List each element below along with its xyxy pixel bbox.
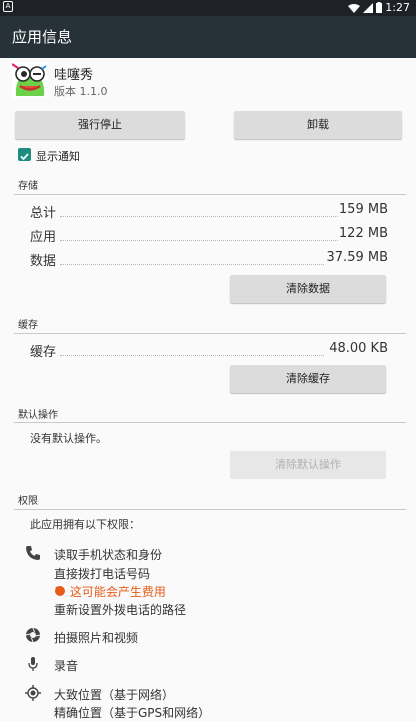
location-icon xyxy=(25,685,41,701)
permissions-divider xyxy=(14,509,406,510)
force-stop-button[interactable]: 强行停止 xyxy=(15,111,185,139)
cost-warning-text: 这可能会产生费用 xyxy=(69,585,166,599)
permission-reroute-calls: 重新设置外拨电话的路径 xyxy=(54,603,187,617)
clear-data-button[interactable]: 清除数据 xyxy=(230,275,386,303)
permissions-intro: 此应用拥有以下权限： xyxy=(30,518,140,531)
storage-data-leader xyxy=(60,264,324,265)
cache-divider xyxy=(14,333,406,334)
defaults-divider xyxy=(14,422,406,423)
cache-section-title: 缓存 xyxy=(18,320,38,331)
storage-total-value: 159 MB xyxy=(338,202,388,217)
storage-data-value: 37.59 MB xyxy=(326,250,388,265)
defaults-section-title: 默认操作 xyxy=(18,410,58,421)
storage-divider xyxy=(14,194,406,195)
permissions-section-title: 权限 xyxy=(18,496,38,507)
permission-record-audio: 录音 xyxy=(54,659,79,673)
battery-icon xyxy=(376,2,383,13)
cache-label: 缓存 xyxy=(30,345,57,360)
storage-app-leader xyxy=(60,240,338,241)
clear-defaults-button: 清除默认操作 xyxy=(230,451,386,479)
show-notifications-label: 显示通知 xyxy=(36,150,80,163)
storage-section-title: 存储 xyxy=(18,181,38,192)
storage-total-leader xyxy=(60,216,338,217)
storage-app-label: 应用 xyxy=(30,230,57,245)
permission-phone-state: 读取手机状态和身份 xyxy=(54,548,163,562)
cache-leader xyxy=(60,355,324,356)
cache-value: 48.00 KB xyxy=(329,341,388,356)
app-icon xyxy=(12,62,48,98)
camera-icon xyxy=(25,627,41,643)
uninstall-button[interactable]: 卸载 xyxy=(234,111,402,139)
permission-call-phone: 直接拨打电话号码 xyxy=(54,567,151,581)
permission-cost-warning: 这可能会产生费用 xyxy=(54,583,166,600)
coin-warning-icon xyxy=(55,586,65,596)
clock: 1:27 xyxy=(385,1,410,14)
storage-data-label: 数据 xyxy=(30,254,57,269)
check-icon xyxy=(20,153,29,161)
show-notifications-checkbox[interactable] xyxy=(18,148,31,161)
notification-icon: A xyxy=(3,1,13,12)
permission-coarse-location: 大致位置（基于网络） xyxy=(54,688,175,702)
mic-icon xyxy=(28,657,38,671)
permission-fine-location: 精确位置（基于GPS和网络） xyxy=(54,706,211,720)
signal-icon xyxy=(363,2,374,13)
app-name: 哇噻秀 xyxy=(54,68,94,83)
action-bar-title: 应用信息 xyxy=(0,16,416,58)
app-version: 版本 1.1.0 xyxy=(54,85,108,98)
no-defaults-text: 没有默认操作。 xyxy=(30,432,107,445)
storage-total-label: 总计 xyxy=(30,206,57,221)
clear-cache-button[interactable]: 清除缓存 xyxy=(230,365,386,393)
permission-camera: 拍摄照片和视频 xyxy=(54,631,139,645)
phone-icon xyxy=(26,546,40,560)
status-bar: A 1:27 xyxy=(0,0,416,16)
wifi-icon xyxy=(348,3,361,13)
storage-app-value: 122 MB xyxy=(338,226,388,241)
